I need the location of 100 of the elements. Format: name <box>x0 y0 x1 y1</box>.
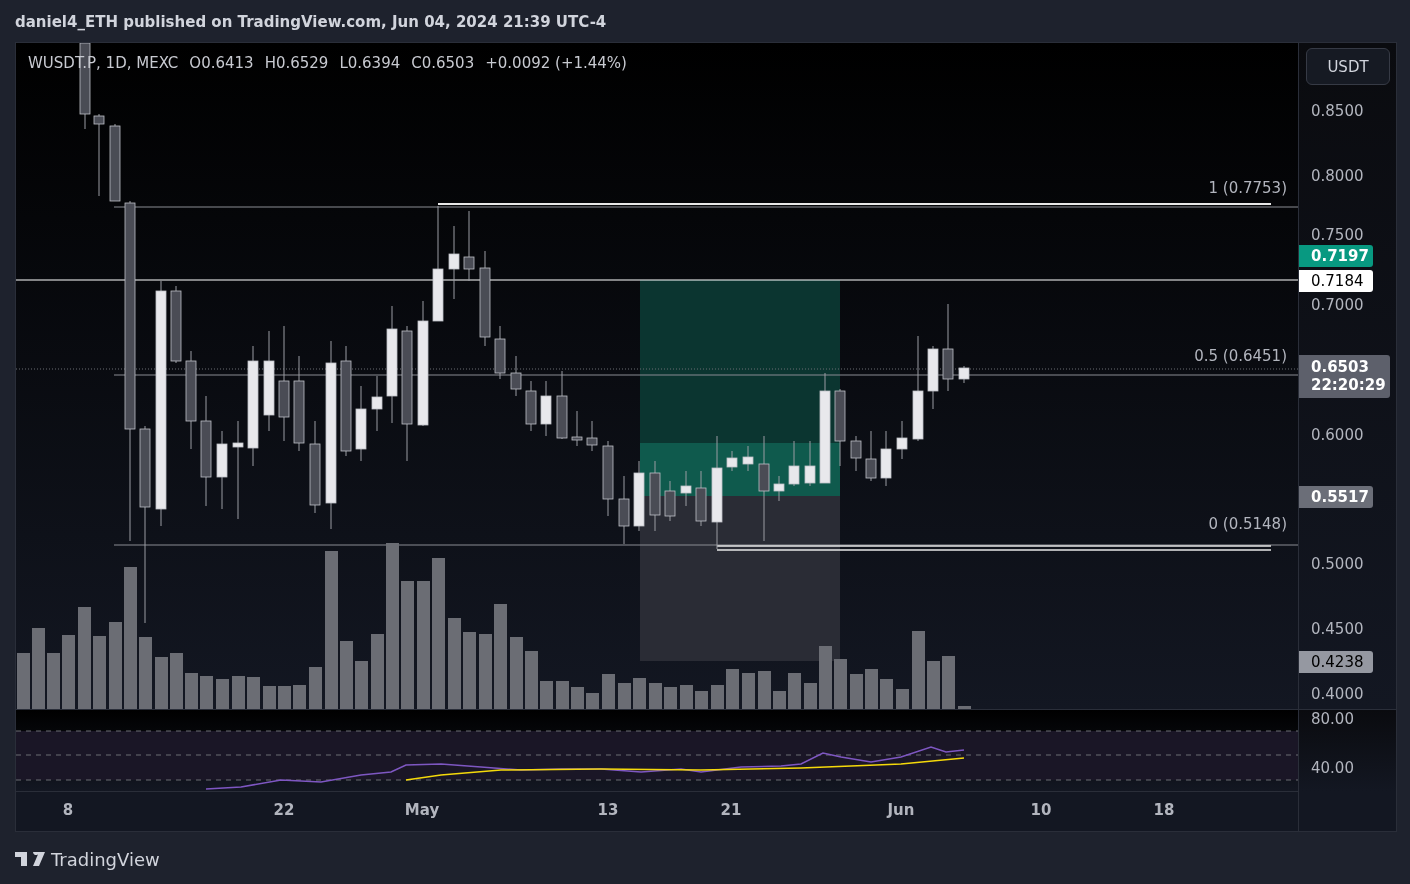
date-tick: 22 <box>273 801 295 819</box>
candlestick <box>865 430 877 482</box>
candlestick <box>571 410 583 447</box>
volume-bar <box>726 669 739 709</box>
candlestick <box>618 475 630 545</box>
volume-bar <box>586 693 599 709</box>
candlestick <box>463 210 475 282</box>
ohlc-value: O0.6413 <box>189 54 254 72</box>
price-tick: 0.7000 <box>1311 296 1364 314</box>
fib-level-label: 0 (0.5148) <box>1208 515 1287 533</box>
candlestick <box>525 380 537 432</box>
price-tick: 0.5000 <box>1311 555 1364 573</box>
candlestick <box>896 420 908 460</box>
volume-bar <box>649 683 662 709</box>
candlestick <box>556 370 568 440</box>
candlestick <box>773 475 785 502</box>
volume-bar <box>571 687 584 709</box>
date-tick: 10 <box>1030 801 1052 819</box>
ohlc-value: +0.0092 (+1.44%) <box>485 54 627 72</box>
candlestick <box>880 430 892 487</box>
volume-bar <box>170 653 183 709</box>
volume-bar <box>788 673 801 709</box>
date-tick: May <box>404 801 440 819</box>
ohlc-value: C0.6503 <box>411 54 475 72</box>
volume-bar <box>958 706 971 709</box>
volume-bar <box>804 683 817 709</box>
candlestick <box>850 435 862 472</box>
volume-bar <box>139 637 152 709</box>
volume-bar <box>525 651 538 709</box>
volume-bar <box>880 679 893 709</box>
price-tick: 0.4000 <box>1311 685 1364 703</box>
volume-bar <box>664 687 677 709</box>
volume-bar <box>556 681 569 709</box>
volume-bar <box>618 683 631 709</box>
volume-bar <box>200 676 213 709</box>
candlestick <box>788 440 800 487</box>
volume-bar <box>340 641 353 709</box>
volume-bar <box>711 685 724 709</box>
brand-name: TradingView <box>51 848 160 870</box>
candlestick <box>540 380 552 437</box>
candlestick <box>664 480 676 522</box>
candlestick <box>649 460 661 532</box>
fib-level-label: 1 (0.7753) <box>1208 179 1287 197</box>
volume-bar <box>47 653 60 709</box>
rsi-tick: 80.00 <box>1311 710 1354 728</box>
volume-bar <box>247 677 260 709</box>
volume-bar <box>17 653 30 709</box>
candlestick <box>742 445 754 472</box>
candlestick <box>695 470 707 527</box>
candlestick <box>586 420 598 452</box>
volume-bar <box>680 685 693 709</box>
price-badge-value: 0.4238 <box>1311 653 1365 671</box>
date-tick: 13 <box>597 801 619 819</box>
date-tick: Jun <box>887 801 915 819</box>
volume-bar <box>865 669 878 709</box>
candlestick <box>633 460 645 532</box>
candlestick <box>804 440 816 487</box>
price-tick: 0.4500 <box>1311 620 1364 638</box>
publish-caption: daniel4_ETH published on TradingView.com, Jun 04, 2024 21:39 UTC-4 <box>15 12 607 31</box>
price-badge-value: 0.6503 <box>1311 358 1370 376</box>
volume-bar <box>263 686 276 709</box>
volume-bar <box>896 689 909 709</box>
volume-bar <box>355 661 368 709</box>
volume-bar <box>834 659 847 709</box>
candlestick <box>371 375 383 432</box>
candlestick <box>494 325 506 380</box>
price-badge-value: 0.5517 <box>1311 488 1370 506</box>
date-tick: 21 <box>720 801 742 819</box>
price-tick: 0.8000 <box>1311 167 1364 185</box>
volume-bar <box>633 678 646 709</box>
bar-countdown: 22:20:29 <box>1311 376 1387 394</box>
volume-bar <box>510 637 523 709</box>
candlestick <box>927 345 939 410</box>
volume-bar <box>278 686 291 709</box>
volume-bar <box>927 661 940 709</box>
candlestick <box>958 365 970 384</box>
rsi-tick: 40.00 <box>1311 759 1354 777</box>
price-badge-value: 0.7184 <box>1311 272 1365 290</box>
candlestick <box>510 355 522 397</box>
volume-bar <box>819 646 832 709</box>
logo-icon <box>15 852 45 866</box>
volume-bar <box>742 673 755 709</box>
volume-bar <box>602 674 615 709</box>
volume-bar <box>758 671 771 709</box>
date-tick: 18 <box>1153 801 1175 819</box>
currency-button[interactable]: USDT <box>1306 48 1390 85</box>
volume-bar <box>155 657 168 709</box>
volume-bar <box>216 679 229 709</box>
price-tick: 0.7500 <box>1311 226 1364 244</box>
candlestick <box>726 450 738 472</box>
volume-bar <box>773 691 786 709</box>
price-badge-value: 0.7197 <box>1311 247 1370 265</box>
volume-bar <box>540 681 553 709</box>
volume-bar <box>232 676 245 709</box>
volume-bar <box>309 667 322 709</box>
volume-bar <box>695 691 708 709</box>
price-tick: 0.6000 <box>1311 426 1364 444</box>
ohlc-value: L0.6394 <box>339 54 401 72</box>
price-tick: 0.8500 <box>1311 102 1364 120</box>
volume-bar <box>293 685 306 709</box>
